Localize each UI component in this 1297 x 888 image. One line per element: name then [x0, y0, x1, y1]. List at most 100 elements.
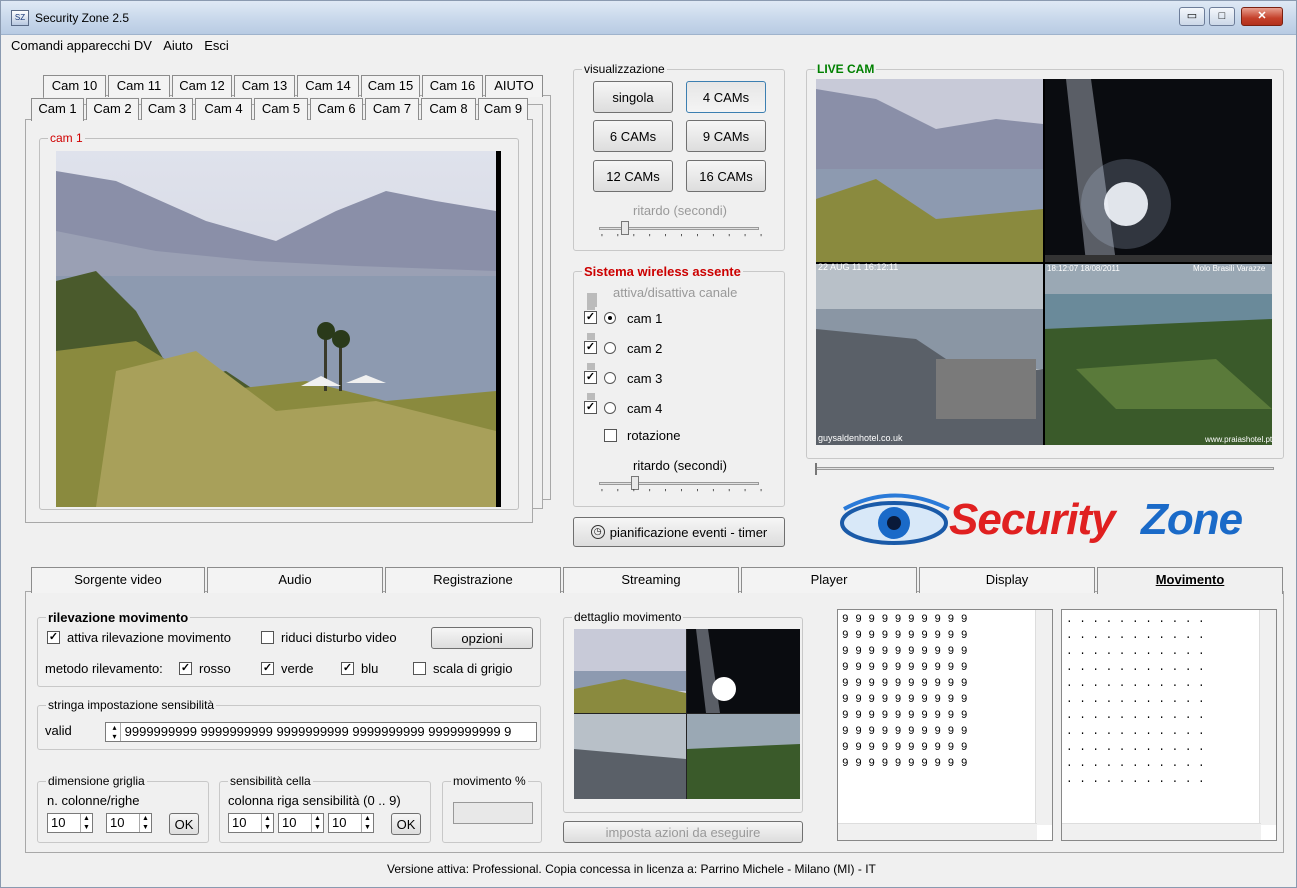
cam-tab-cam2[interactable]: Cam 2 [86, 98, 139, 120]
minimize-button[interactable]: ▭ [1179, 7, 1205, 26]
dot-row: . . . . . . . . . . . [1066, 742, 1205, 754]
cam-tab-cam8[interactable]: Cam 8 [421, 98, 476, 120]
tab-display[interactable]: Display [919, 567, 1095, 593]
wireless-cam-radio[interactable] [604, 372, 616, 384]
menu-aiuto[interactable]: Aiuto [159, 36, 197, 55]
wireless-cam-radio[interactable] [604, 312, 616, 324]
9cams-button[interactable]: 9 CAMs [686, 120, 766, 152]
blu-checkbox[interactable]: ✓ [341, 662, 354, 675]
visualizzazione-label: visualizzazione [582, 62, 667, 76]
dot-hscrollbar[interactable] [1062, 823, 1261, 840]
attiva-rilevazione-checkbox[interactable]: ✓ [47, 631, 60, 644]
wireless-cam-checkbox[interactable]: ✓ [584, 401, 597, 414]
sensitivity-grid-list[interactable]: 9 9 9 9 9 9 9 9 9 9 9 9 9 9 9 9 9 9 9 9 9 … [837, 609, 1053, 841]
16cams-button[interactable]: 16 CAMs [686, 160, 766, 192]
cam-tab-cam15[interactable]: Cam 15 [361, 75, 420, 97]
grid-vscrollbar[interactable] [1035, 610, 1052, 825]
griglia-ok-button[interactable]: OK [169, 813, 199, 835]
cam-tab-cam4[interactable]: Cam 4 [195, 98, 252, 120]
cella-col-value: 10 [232, 815, 247, 830]
live-cam-overlay-1: 22 AUG 11 16:12:11 [818, 262, 899, 272]
cam-tab-cam10[interactable]: Cam 10 [43, 75, 106, 97]
live-cam-overlay-3: Molo Brasili Varazze [1193, 264, 1266, 273]
maximize-button[interactable]: □ [1209, 7, 1235, 26]
verde-checkbox[interactable]: ✓ [261, 662, 274, 675]
cam-tab-cam14[interactable]: Cam 14 [297, 75, 359, 97]
dot-row: . . . . . . . . . . . [1066, 614, 1205, 626]
wireless-cam-radio[interactable] [604, 402, 616, 414]
cam-tab-cam9[interactable]: Cam 9 [478, 98, 528, 120]
spin-arrows-icon[interactable]: ▲ ▼ [261, 814, 273, 832]
spin-arrows-icon[interactable]: ▲ ▼ [139, 814, 151, 832]
menu-comandi[interactable]: Comandi apparecchi DV [7, 36, 156, 55]
spin-arrows-icon[interactable]: ▲ ▼ [80, 814, 92, 832]
spin-arrows-icon[interactable]: ▲ ▼ [311, 814, 323, 832]
tab-movimento[interactable]: Movimento [1097, 567, 1283, 594]
tab-sorgente-video[interactable]: Sorgente video [31, 567, 205, 593]
cella-label: sensibilità cella [228, 774, 313, 788]
tab-registrazione[interactable]: Registrazione [385, 567, 561, 593]
opzioni-button[interactable]: opzioni [431, 627, 533, 649]
live-cam-slider-thumb[interactable] [815, 463, 817, 475]
cella-ok-button[interactable]: OK [391, 813, 421, 835]
spin-arrows-icon[interactable]: ▴ ▾ [109, 723, 121, 741]
spin-arrows-icon[interactable]: ▲ ▼ [361, 814, 373, 832]
griglia-rows-input[interactable]: 10 ▲ ▼ [106, 813, 152, 833]
dettaglio-quad-image [574, 629, 800, 799]
rotazione-checkbox[interactable] [604, 429, 617, 442]
dot-row: . . . . . . . . . . . [1066, 662, 1205, 674]
logo-word-security: Security [949, 495, 1116, 544]
rotazione-label: rotazione [627, 428, 681, 443]
cella-col-input[interactable]: 10 ▲ ▼ [228, 813, 274, 833]
live-cam-slider[interactable] [816, 467, 1274, 470]
singola-button[interactable]: singola [593, 81, 673, 113]
wireless-delay-slider[interactable] [599, 482, 759, 485]
grid-row: 9 9 9 9 9 9 9 9 9 9 [842, 742, 968, 754]
sensibilita-string-input[interactable]: ▴ ▾ 9999999999 9999999999 9999999999 9999… [105, 722, 537, 742]
cam-tab-aiuto[interactable]: AIUTO [485, 75, 543, 97]
tab-audio[interactable]: Audio [207, 567, 383, 593]
timer-button-label: pianificazione eventi - timer [609, 524, 768, 540]
wireless-cam-checkbox[interactable]: ✓ [584, 341, 597, 354]
app-icon: SZ [11, 10, 29, 26]
motion-grid-list[interactable]: . . . . . . . . . . . . . . . . . . . . .… [1061, 609, 1277, 841]
scala-grigio-checkbox[interactable] [413, 662, 426, 675]
cella-sens-input[interactable]: 10 ▲ ▼ [328, 813, 374, 833]
grid-hscrollbar[interactable] [838, 823, 1037, 840]
cella-row-input[interactable]: 10 ▲ ▼ [278, 813, 324, 833]
tab-player[interactable]: Player [741, 567, 917, 593]
imposta-azioni-button[interactable]: imposta azioni da eseguire [563, 821, 803, 843]
grid-row: 9 9 9 9 9 9 9 9 9 9 [842, 614, 968, 626]
cam-tab-cam1[interactable]: Cam 1 [31, 98, 84, 121]
cam-tab-cam6[interactable]: Cam 6 [310, 98, 363, 120]
cam1-view[interactable] [56, 151, 501, 507]
riduci-disturbo-checkbox[interactable] [261, 631, 274, 644]
clock-icon: ◷ [590, 525, 605, 539]
timer-button[interactable]: ◷ pianificazione eventi - timer [573, 517, 785, 547]
rosso-checkbox[interactable]: ✓ [179, 662, 192, 675]
6cams-button[interactable]: 6 CAMs [593, 120, 673, 152]
window-title: Security Zone 2.5 [35, 11, 130, 25]
close-button[interactable]: ✕ [1241, 7, 1283, 26]
grid-row: 9 9 9 9 9 9 9 9 9 9 [842, 710, 968, 722]
title-bar[interactable]: SZ Security Zone 2.5 ▭ □ ✕ [1, 1, 1296, 35]
cam-tab-cam5[interactable]: Cam 5 [254, 98, 308, 120]
wireless-cam-radio[interactable] [604, 342, 616, 354]
cam-tab-cam7[interactable]: Cam 7 [365, 98, 419, 120]
tab-streaming[interactable]: Streaming [563, 567, 739, 593]
dot-vscrollbar[interactable] [1259, 610, 1276, 825]
grid-row: 9 9 9 9 9 9 9 9 9 9 [842, 630, 968, 642]
cam-tab-cam12[interactable]: Cam 12 [172, 75, 232, 97]
wireless-cam-checkbox[interactable]: ✓ [584, 371, 597, 384]
griglia-cols-input[interactable]: 10 ▲ ▼ [47, 813, 93, 833]
cam-tab-cam11[interactable]: Cam 11 [108, 75, 170, 97]
4cams-button[interactable]: 4 CAMs [686, 81, 766, 113]
12cams-button[interactable]: 12 CAMs [593, 160, 673, 192]
cam-tab-cam3[interactable]: Cam 3 [141, 98, 193, 120]
wireless-cam-checkbox[interactable]: ✓ [584, 311, 597, 324]
cam-tab-cam13[interactable]: Cam 13 [234, 75, 295, 97]
dettaglio-label: dettaglio movimento [572, 610, 684, 624]
cam-tab-cam16[interactable]: Cam 16 [422, 75, 483, 97]
menu-esci[interactable]: Esci [200, 36, 233, 55]
signal-bar-icon [587, 363, 595, 370]
